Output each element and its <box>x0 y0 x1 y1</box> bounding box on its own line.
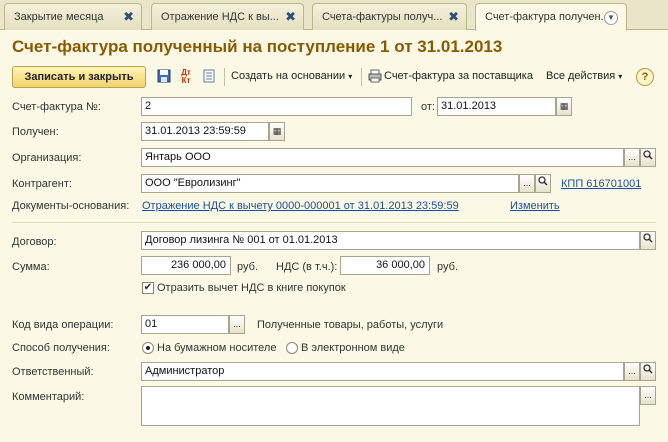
contractor-label: Контрагент: <box>12 178 72 190</box>
date-from-field[interactable]: 31.01.2013 <box>437 97 556 116</box>
all-actions-menu[interactable]: Все действия ▾ <box>546 70 622 82</box>
vat-field[interactable]: 36 000,00 <box>340 256 430 275</box>
calendar-icon[interactable]: ▦ <box>269 122 285 141</box>
responsible-field[interactable]: Администратор <box>141 362 624 381</box>
radio-dot <box>146 346 150 350</box>
contract-field[interactable]: Договор лизинга № 001 от 01.01.2013 <box>141 231 640 250</box>
currency-label: руб. <box>237 261 258 273</box>
toolbar-divider <box>224 68 225 86</box>
received-datetime-field[interactable]: 31.01.2013 23:59:59 <box>141 122 269 141</box>
invoice-for-supplier-button[interactable]: Счет-фактура за поставщика <box>384 70 533 82</box>
close-icon[interactable]: ✖ <box>285 4 296 30</box>
all-actions-label: Все действия <box>546 70 616 82</box>
tab-invoices-received[interactable]: Счета-фактуры получ... ✖ <box>312 3 467 30</box>
reflect-vat-checkbox[interactable]: ✔ <box>142 282 154 294</box>
radio-electronic-label: В электронном виде <box>301 342 405 354</box>
kpp-link[interactable]: КПП 616701001 <box>561 178 641 190</box>
toolbar-divider <box>361 68 362 86</box>
change-link[interactable]: Изменить <box>510 200 560 212</box>
calendar-icon[interactable]: ▦ <box>556 97 572 116</box>
ellipsis-icon[interactable]: ... <box>519 174 535 193</box>
search-icon[interactable] <box>640 362 656 381</box>
radio-electronic[interactable] <box>286 342 298 354</box>
sum-label: Сумма: <box>12 261 50 273</box>
sum-field[interactable]: 236 000,00 <box>141 256 231 275</box>
help-button[interactable]: ? <box>636 68 654 86</box>
ellipsis-icon[interactable]: ... <box>624 148 640 167</box>
comment-field[interactable] <box>141 386 640 426</box>
close-icon[interactable]: ✖ <box>448 4 459 30</box>
tab-month-closing[interactable]: Закрытие месяца ✖ <box>4 3 142 30</box>
tab-bar: Закрытие месяца ✖ Отражение НДС к вы... … <box>0 0 668 31</box>
tab-label: Счета-фактуры получ... <box>322 11 443 23</box>
responsible-label: Ответственный: <box>12 366 94 378</box>
document-icon[interactable] <box>201 69 217 85</box>
ellipsis-icon[interactable]: ... <box>229 315 245 334</box>
search-icon[interactable] <box>640 148 656 167</box>
contract-label: Договор: <box>12 236 57 248</box>
save-and-close-button[interactable]: Записать и закрыть <box>12 66 146 88</box>
comment-label: Комментарий: <box>12 391 85 403</box>
date-from-label: от: <box>421 101 435 113</box>
search-icon[interactable] <box>535 174 551 193</box>
operation-code-label: Код вида операции: <box>12 319 114 331</box>
basis-document-link[interactable]: Отражение НДС к вычету 0000-000001 от 31… <box>142 200 459 212</box>
chevron-down-icon[interactable]: ▼ <box>604 11 618 25</box>
received-label: Получен: <box>12 126 59 138</box>
chevron-down-icon: ▾ <box>348 72 353 81</box>
tab-vat-reflection[interactable]: Отражение НДС к вы... ✖ <box>151 3 304 30</box>
create-based-on-label: Создать на основании <box>231 70 346 82</box>
radio-paper-label: На бумажном носителе <box>157 342 277 354</box>
vat-label: НДС (в т.ч.): <box>276 261 338 273</box>
page-title: Счет-фактура полученный на поступление 1… <box>12 37 503 56</box>
close-icon[interactable]: ✖ <box>123 4 134 30</box>
printer-icon[interactable] <box>367 69 383 85</box>
tab-invoice-active[interactable]: Счет-фактура получен... ▼ <box>475 3 627 31</box>
basis-documents-label: Документы-основания: <box>12 200 130 212</box>
chevron-down-icon: ▾ <box>618 72 623 81</box>
divider <box>12 222 656 223</box>
receipt-method-label: Способ получения: <box>12 342 110 354</box>
invoice-number-label: Счет-фактура №: <box>12 101 101 113</box>
ellipsis-icon[interactable]: ... <box>624 362 640 381</box>
operation-code-field[interactable]: 01 <box>141 315 229 334</box>
ellipsis-icon[interactable]: ... <box>640 386 656 405</box>
reflect-vat-label: Отразить вычет НДС в книге покупок <box>157 282 346 294</box>
radio-paper[interactable] <box>142 342 154 354</box>
invoice-number-field[interactable]: 2 <box>141 97 412 116</box>
contractor-field[interactable]: ООО "Евролизинг" <box>141 174 519 193</box>
organization-label: Организация: <box>12 152 82 164</box>
dt-kt-icon[interactable]: Дт Кт <box>178 69 194 85</box>
organization-field[interactable]: Янтарь ООО <box>141 148 624 167</box>
tab-label: Счет-фактура получен... <box>485 11 605 23</box>
currency-label: руб. <box>437 261 458 273</box>
create-based-on-menu[interactable]: Создать на основании ▾ <box>231 70 352 82</box>
tab-label: Отражение НДС к вы... <box>161 11 279 23</box>
search-icon[interactable] <box>640 231 656 250</box>
operation-code-description: Полученные товары, работы, услуги <box>257 319 444 331</box>
tab-label: Закрытие месяца <box>14 11 104 23</box>
save-icon[interactable] <box>156 69 172 85</box>
